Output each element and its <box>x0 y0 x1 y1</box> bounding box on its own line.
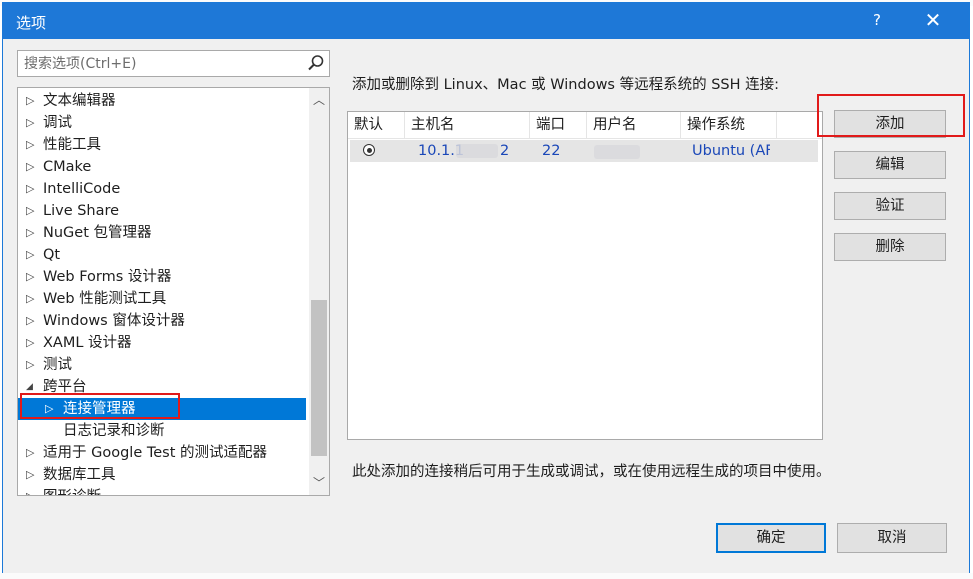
tree-item-logging-diagnostics[interactable]: 日志记录和诊断 <box>18 420 306 442</box>
tree-item-label: 跨平台 <box>43 379 87 395</box>
tree-item-label: 文本编辑器 <box>43 93 116 109</box>
tree-item-xaml-designer[interactable]: ▷ XAML 设计器 <box>18 332 306 354</box>
search-icon[interactable] <box>307 54 325 72</box>
tree-item-web-perf-test[interactable]: ▷ Web 性能测试工具 <box>18 288 306 310</box>
column-default[interactable]: 默认 <box>348 112 405 138</box>
default-radio[interactable] <box>363 144 375 156</box>
connection-row[interactable]: 10.1.1 2 22 Ubuntu (AF <box>350 140 818 162</box>
tree-item-text-editor[interactable]: ▷ 文本编辑器 <box>18 90 306 112</box>
expand-arrow-icon[interactable]: ▷ <box>26 354 34 376</box>
expand-arrow-icon[interactable]: ▷ <box>26 112 34 134</box>
tree-item-live-share[interactable]: ▷ Live Share <box>18 200 306 222</box>
column-port[interactable]: 端口 <box>530 112 587 138</box>
tree-item-cmake[interactable]: ▷ CMake <box>18 156 306 178</box>
scroll-up-icon[interactable]: ︿ <box>309 90 329 110</box>
delete-button[interactable]: 删除 <box>834 233 946 261</box>
cancel-button[interactable]: 取消 <box>837 523 947 553</box>
edit-button[interactable]: 编辑 <box>834 151 946 179</box>
list-header: 默认 主机名 端口 用户名 操作系统 <box>348 112 822 139</box>
add-button[interactable]: 添加 <box>834 110 946 138</box>
tree-item-label: Live Share <box>43 203 120 219</box>
search-box <box>17 50 330 77</box>
background-window-strip-bottom <box>0 573 973 579</box>
cell-port: 22 <box>542 143 561 159</box>
title-bar: 选项 ? ✕ <box>3 3 969 39</box>
expand-arrow-icon[interactable]: ▷ <box>26 442 34 464</box>
help-button[interactable]: ? <box>865 11 889 29</box>
expand-arrow-icon[interactable]: ▷ <box>45 398 53 420</box>
expand-arrow-icon[interactable]: ▷ <box>26 90 34 112</box>
tree-item-cross-platform[interactable]: ◢ 跨平台 <box>18 376 306 398</box>
tree-item-test[interactable]: ▷ 测试 <box>18 354 306 376</box>
tree-item-intellicode[interactable]: ▷ IntelliCode <box>18 178 306 200</box>
expand-arrow-icon[interactable]: ▷ <box>26 266 34 288</box>
tree-item-windows-forms-designer[interactable]: ▷ Windows 窗体设计器 <box>18 310 306 332</box>
expand-arrow-icon[interactable]: ▷ <box>26 332 34 354</box>
instruction-text: 添加或删除到 Linux、Mac 或 Windows 等远程系统的 SSH 连接… <box>352 77 780 93</box>
tree-item-label: 图形诊断 <box>43 486 101 495</box>
tree-item-label: 性能工具 <box>43 137 101 153</box>
dialog-title: 选项 <box>16 14 47 32</box>
tree-item-label: NuGet 包管理器 <box>43 225 152 241</box>
verify-button[interactable]: 验证 <box>834 192 946 220</box>
redacted-hostname <box>456 144 498 158</box>
tree-item-qt[interactable]: ▷ Qt <box>18 244 306 266</box>
tree-item-web-forms-designer[interactable]: ▷ Web Forms 设计器 <box>18 266 306 288</box>
tree-item-label: 连接管理器 <box>63 401 136 417</box>
tree-item-debugging[interactable]: ▷ 调试 <box>18 112 306 134</box>
tree-item-label: 数据库工具 <box>43 467 116 483</box>
scroll-down-icon[interactable]: ﹀ <box>309 473 329 493</box>
tree-scrollbar[interactable]: ︿ ﹀ <box>309 88 329 495</box>
expand-arrow-icon[interactable]: ▷ <box>26 134 34 156</box>
expand-arrow-icon[interactable]: ▷ <box>26 486 34 495</box>
connections-list: 默认 主机名 端口 用户名 操作系统 10.1.1 2 22 Ubuntu (A… <box>347 111 823 440</box>
options-dialog: 选项 ? ✕ ▷ 文本编辑器 ▷ 调试 ▷ 性能工具 ▷ CMake ▷ Int… <box>2 2 970 575</box>
redacted-username <box>594 145 640 159</box>
tree-item-label: Web 性能测试工具 <box>43 291 167 307</box>
tree-item-label: 适用于 Google Test 的测试适配器 <box>43 445 268 461</box>
ok-button[interactable]: 确定 <box>716 523 826 553</box>
collapse-arrow-icon[interactable]: ◢ <box>26 376 33 398</box>
tree-item-label: CMake <box>43 159 92 175</box>
search-input[interactable] <box>18 51 304 76</box>
tree-item-label: Windows 窗体设计器 <box>43 313 185 329</box>
column-hostname[interactable]: 主机名 <box>405 112 530 138</box>
tree-item-label: 日志记录和诊断 <box>63 423 165 439</box>
expand-arrow-icon[interactable]: ▷ <box>26 222 34 244</box>
options-tree: ▷ 文本编辑器 ▷ 调试 ▷ 性能工具 ▷ CMake ▷ IntelliCod… <box>17 87 330 496</box>
tree-item-label: 测试 <box>43 357 72 373</box>
column-username[interactable]: 用户名 <box>587 112 681 138</box>
column-os[interactable]: 操作系统 <box>681 112 777 138</box>
cell-hostname-tail: 2 <box>500 143 510 159</box>
expand-arrow-icon[interactable]: ▷ <box>26 244 34 266</box>
tree-item-database-tools[interactable]: ▷ 数据库工具 <box>18 464 306 486</box>
cell-os: Ubuntu (AF <box>692 143 770 159</box>
tree-item-graphics-diagnostics[interactable]: ▷ 图形诊断 <box>18 486 306 495</box>
tree-item-google-test-adapter[interactable]: ▷ 适用于 Google Test 的测试适配器 <box>18 442 306 464</box>
tree-item-label: XAML 设计器 <box>43 335 132 351</box>
tree-item-performance-tools[interactable]: ▷ 性能工具 <box>18 134 306 156</box>
expand-arrow-icon[interactable]: ▷ <box>26 310 34 332</box>
tree-item-label: Web Forms 设计器 <box>43 269 172 285</box>
expand-arrow-icon[interactable]: ▷ <box>26 156 34 178</box>
scroll-thumb[interactable] <box>311 300 327 456</box>
tree-item-connection-manager[interactable]: ▷ 连接管理器 <box>18 398 306 420</box>
tree-item-label: 调试 <box>43 115 72 131</box>
tree-item-label: IntelliCode <box>43 181 121 197</box>
tree-item-label: Qt <box>43 247 61 263</box>
tree-item-nuget[interactable]: ▷ NuGet 包管理器 <box>18 222 306 244</box>
expand-arrow-icon[interactable]: ▷ <box>26 464 34 486</box>
usage-note: 此处添加的连接稍后可用于生成或调试，或在使用远程生成的项目中使用。 <box>352 464 831 480</box>
close-button[interactable]: ✕ <box>921 8 945 32</box>
expand-arrow-icon[interactable]: ▷ <box>26 200 34 222</box>
expand-arrow-icon[interactable]: ▷ <box>26 178 34 200</box>
expand-arrow-icon[interactable]: ▷ <box>26 288 34 310</box>
